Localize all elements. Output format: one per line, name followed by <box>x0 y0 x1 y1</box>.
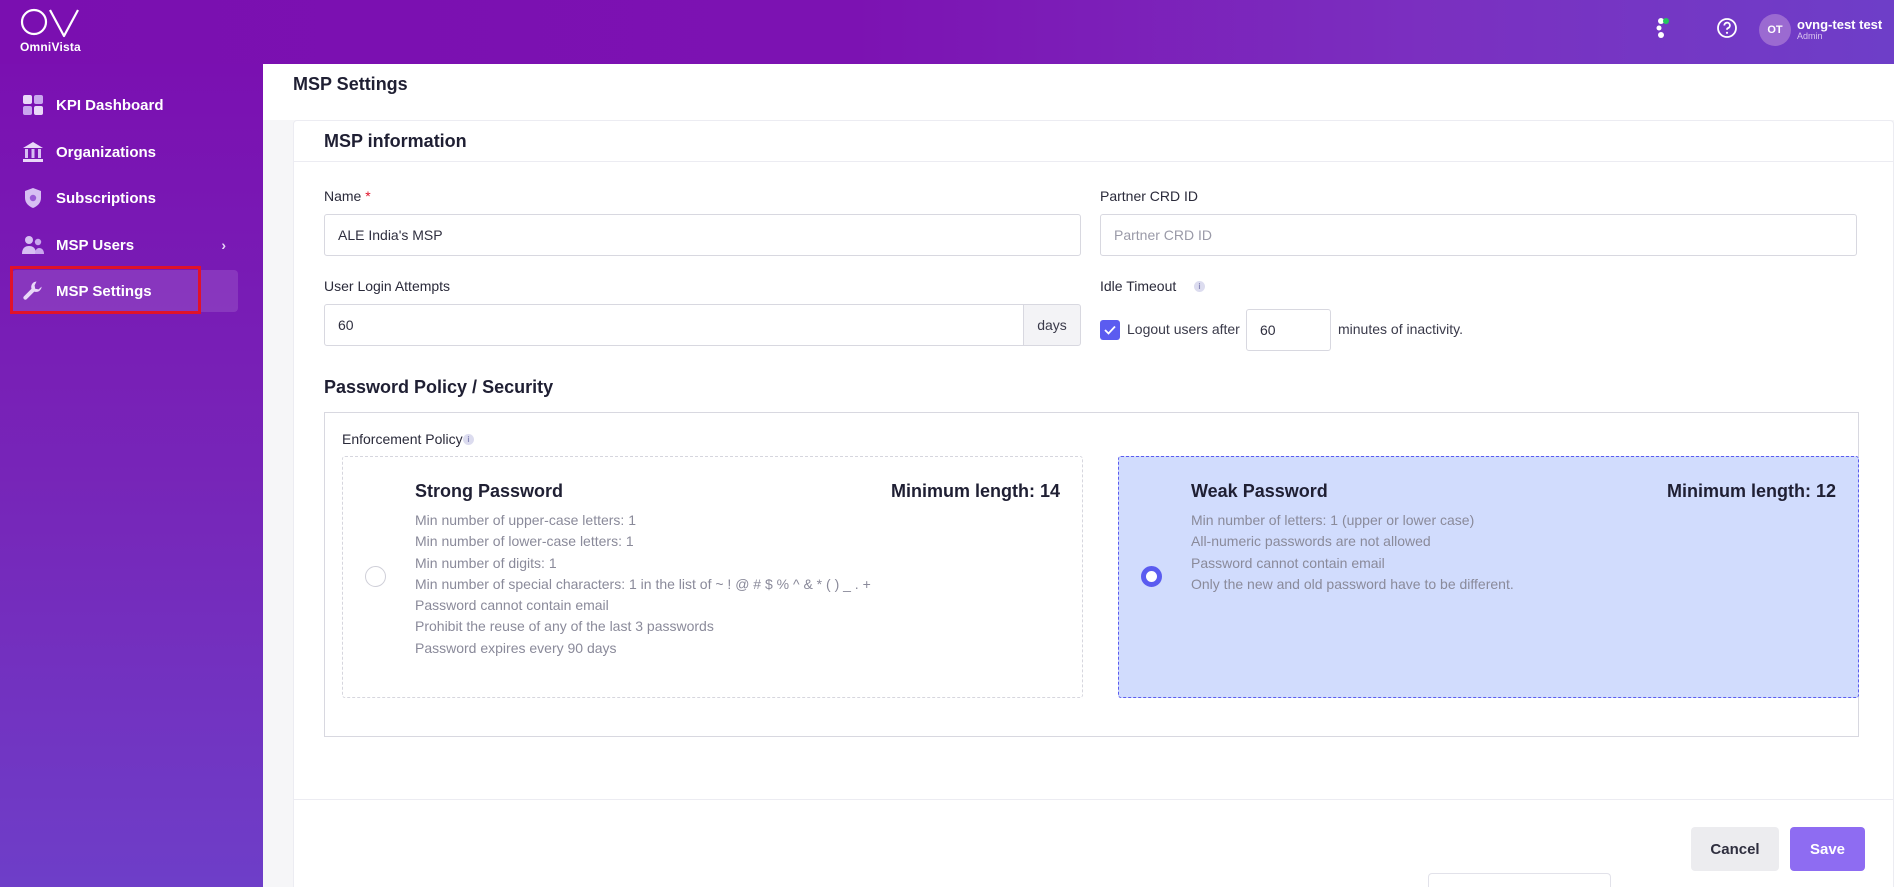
section-title-msp-information: MSP information <box>324 131 467 151</box>
avatar[interactable]: OT <box>1759 14 1791 46</box>
policy-rule: Min number of lower-case letters: 1 <box>415 533 634 550</box>
sidebar-item-label: MSP Users <box>56 236 135 254</box>
login-attempts-input[interactable]: 60 <box>324 304 1024 346</box>
policy-rule: Min number of special characters: 1 in t… <box>415 575 871 592</box>
save-button[interactable]: Save <box>1790 827 1865 871</box>
partner-crd-input[interactable]: Partner CRD ID <box>1100 214 1857 256</box>
policy-min-length: Minimum length: 12 <box>1666 481 1836 501</box>
logout-suffix-text: minutes of inactivity. <box>1338 321 1464 337</box>
weak-password-option[interactable]: Weak Password Minimum length: 12 Min num… <box>1118 456 1859 698</box>
strong-password-radio[interactable] <box>365 566 386 587</box>
required-mark: * <box>365 188 371 204</box>
name-label: Name * <box>324 188 371 204</box>
chevron-right-icon: › <box>221 237 226 253</box>
info-icon[interactable]: i <box>1194 281 1205 292</box>
policy-rule: All-numeric passwords are not allowed <box>1191 533 1431 550</box>
policy-box: Enforcement Policy i Strong Password Min… <box>324 412 1859 737</box>
logout-checkbox[interactable] <box>1100 320 1120 340</box>
login-attempts-label: User Login Attempts <box>324 278 451 294</box>
status-icon[interactable] <box>1650 16 1674 40</box>
sidebar-item-msp-users[interactable]: MSP Users › <box>12 224 238 266</box>
omnivista-logo[interactable]: OmniVista <box>20 6 90 56</box>
partner-crd-label: Partner CRD ID <box>1100 188 1199 204</box>
policy-rule: Password expires every 90 days <box>415 639 617 656</box>
policy-rule: Only the new and old password have to be… <box>1191 575 1514 592</box>
sidebar-item-organizations[interactable]: Organizations <box>12 131 238 173</box>
page-header: MSP Settings <box>263 64 1894 120</box>
policy-rules: Min number of letters: 1 (upper or lower… <box>1191 510 1514 595</box>
wrench-icon <box>20 278 46 304</box>
sidebar-item-kpi-dashboard[interactable]: KPI Dashboard <box>12 84 238 126</box>
help-icon[interactable] <box>1715 16 1739 40</box>
user-name[interactable]: ovng-test test <box>1797 17 1882 32</box>
policy-rule: Min number of digits: 1 <box>415 554 557 571</box>
users-icon <box>20 232 46 258</box>
section-title-password-policy: Password Policy / Security <box>324 377 554 397</box>
floating-panel-tab[interactable] <box>1428 873 1611 887</box>
policy-title: Strong Password <box>415 481 564 501</box>
strong-password-option[interactable]: Strong Password Minimum length: 14 Min n… <box>342 456 1083 698</box>
sidebar: KPI Dashboard Organizations Subscription… <box>0 64 263 887</box>
sidebar-item-label: Organizations <box>56 143 157 161</box>
cancel-button[interactable]: Cancel <box>1691 827 1779 871</box>
bank-icon <box>20 139 46 165</box>
footer-divider <box>294 799 1893 800</box>
policy-rule: Password cannot contain email <box>1191 554 1385 571</box>
info-icon[interactable]: i <box>463 434 474 445</box>
sidebar-item-msp-settings[interactable]: MSP Settings <box>12 270 238 312</box>
logout-prefix-text: Logout users after <box>1127 321 1240 337</box>
idle-minutes-input[interactable]: 60 <box>1246 309 1331 351</box>
policy-rule: Password cannot contain email <box>415 597 609 614</box>
ov-logo-icon <box>20 8 79 38</box>
policy-rules: Min number of upper-case letters: 1 Min … <box>415 510 871 659</box>
top-bar: OmniVista OT ovng-test test Admin <box>0 0 1894 64</box>
weak-password-radio[interactable] <box>1141 566 1162 587</box>
dashboard-icon <box>20 92 46 118</box>
shield-icon <box>20 185 46 211</box>
page-title: MSP Settings <box>293 74 408 94</box>
name-input[interactable]: ALE India's MSP <box>324 214 1081 256</box>
sidebar-item-subscriptions[interactable]: Subscriptions <box>12 177 238 219</box>
policy-rule: Prohibit the reuse of any of the last 3 … <box>415 618 714 635</box>
sidebar-item-label: KPI Dashboard <box>56 96 164 114</box>
sidebar-item-label: MSP Settings <box>56 282 152 300</box>
enforcement-label-text: Enforcement Policy <box>342 431 463 447</box>
logo-text: OmniVista <box>20 40 81 54</box>
check-icon <box>1104 325 1116 335</box>
idle-timeout-label: Idle Timeout <box>1100 278 1177 294</box>
settings-card: MSP information Name * ALE India's MSP P… <box>293 120 1894 887</box>
name-label-text: Name <box>324 188 362 204</box>
user-role: Admin <box>1797 31 1823 41</box>
sidebar-item-label: Subscriptions <box>56 189 157 207</box>
main-content: MSP Settings MSP information Name * ALE … <box>263 64 1894 887</box>
enforcement-policy-label: Enforcement Policy <box>342 431 463 447</box>
policy-min-length: Minimum length: 14 <box>890 481 1060 501</box>
divider <box>294 161 1893 162</box>
policy-rule: Min number of upper-case letters: 1 <box>415 512 636 528</box>
days-addon: days <box>1023 304 1081 346</box>
policy-title: Weak Password <box>1191 481 1328 501</box>
policy-rule: Min number of letters: 1 (upper or lower… <box>1191 512 1475 528</box>
